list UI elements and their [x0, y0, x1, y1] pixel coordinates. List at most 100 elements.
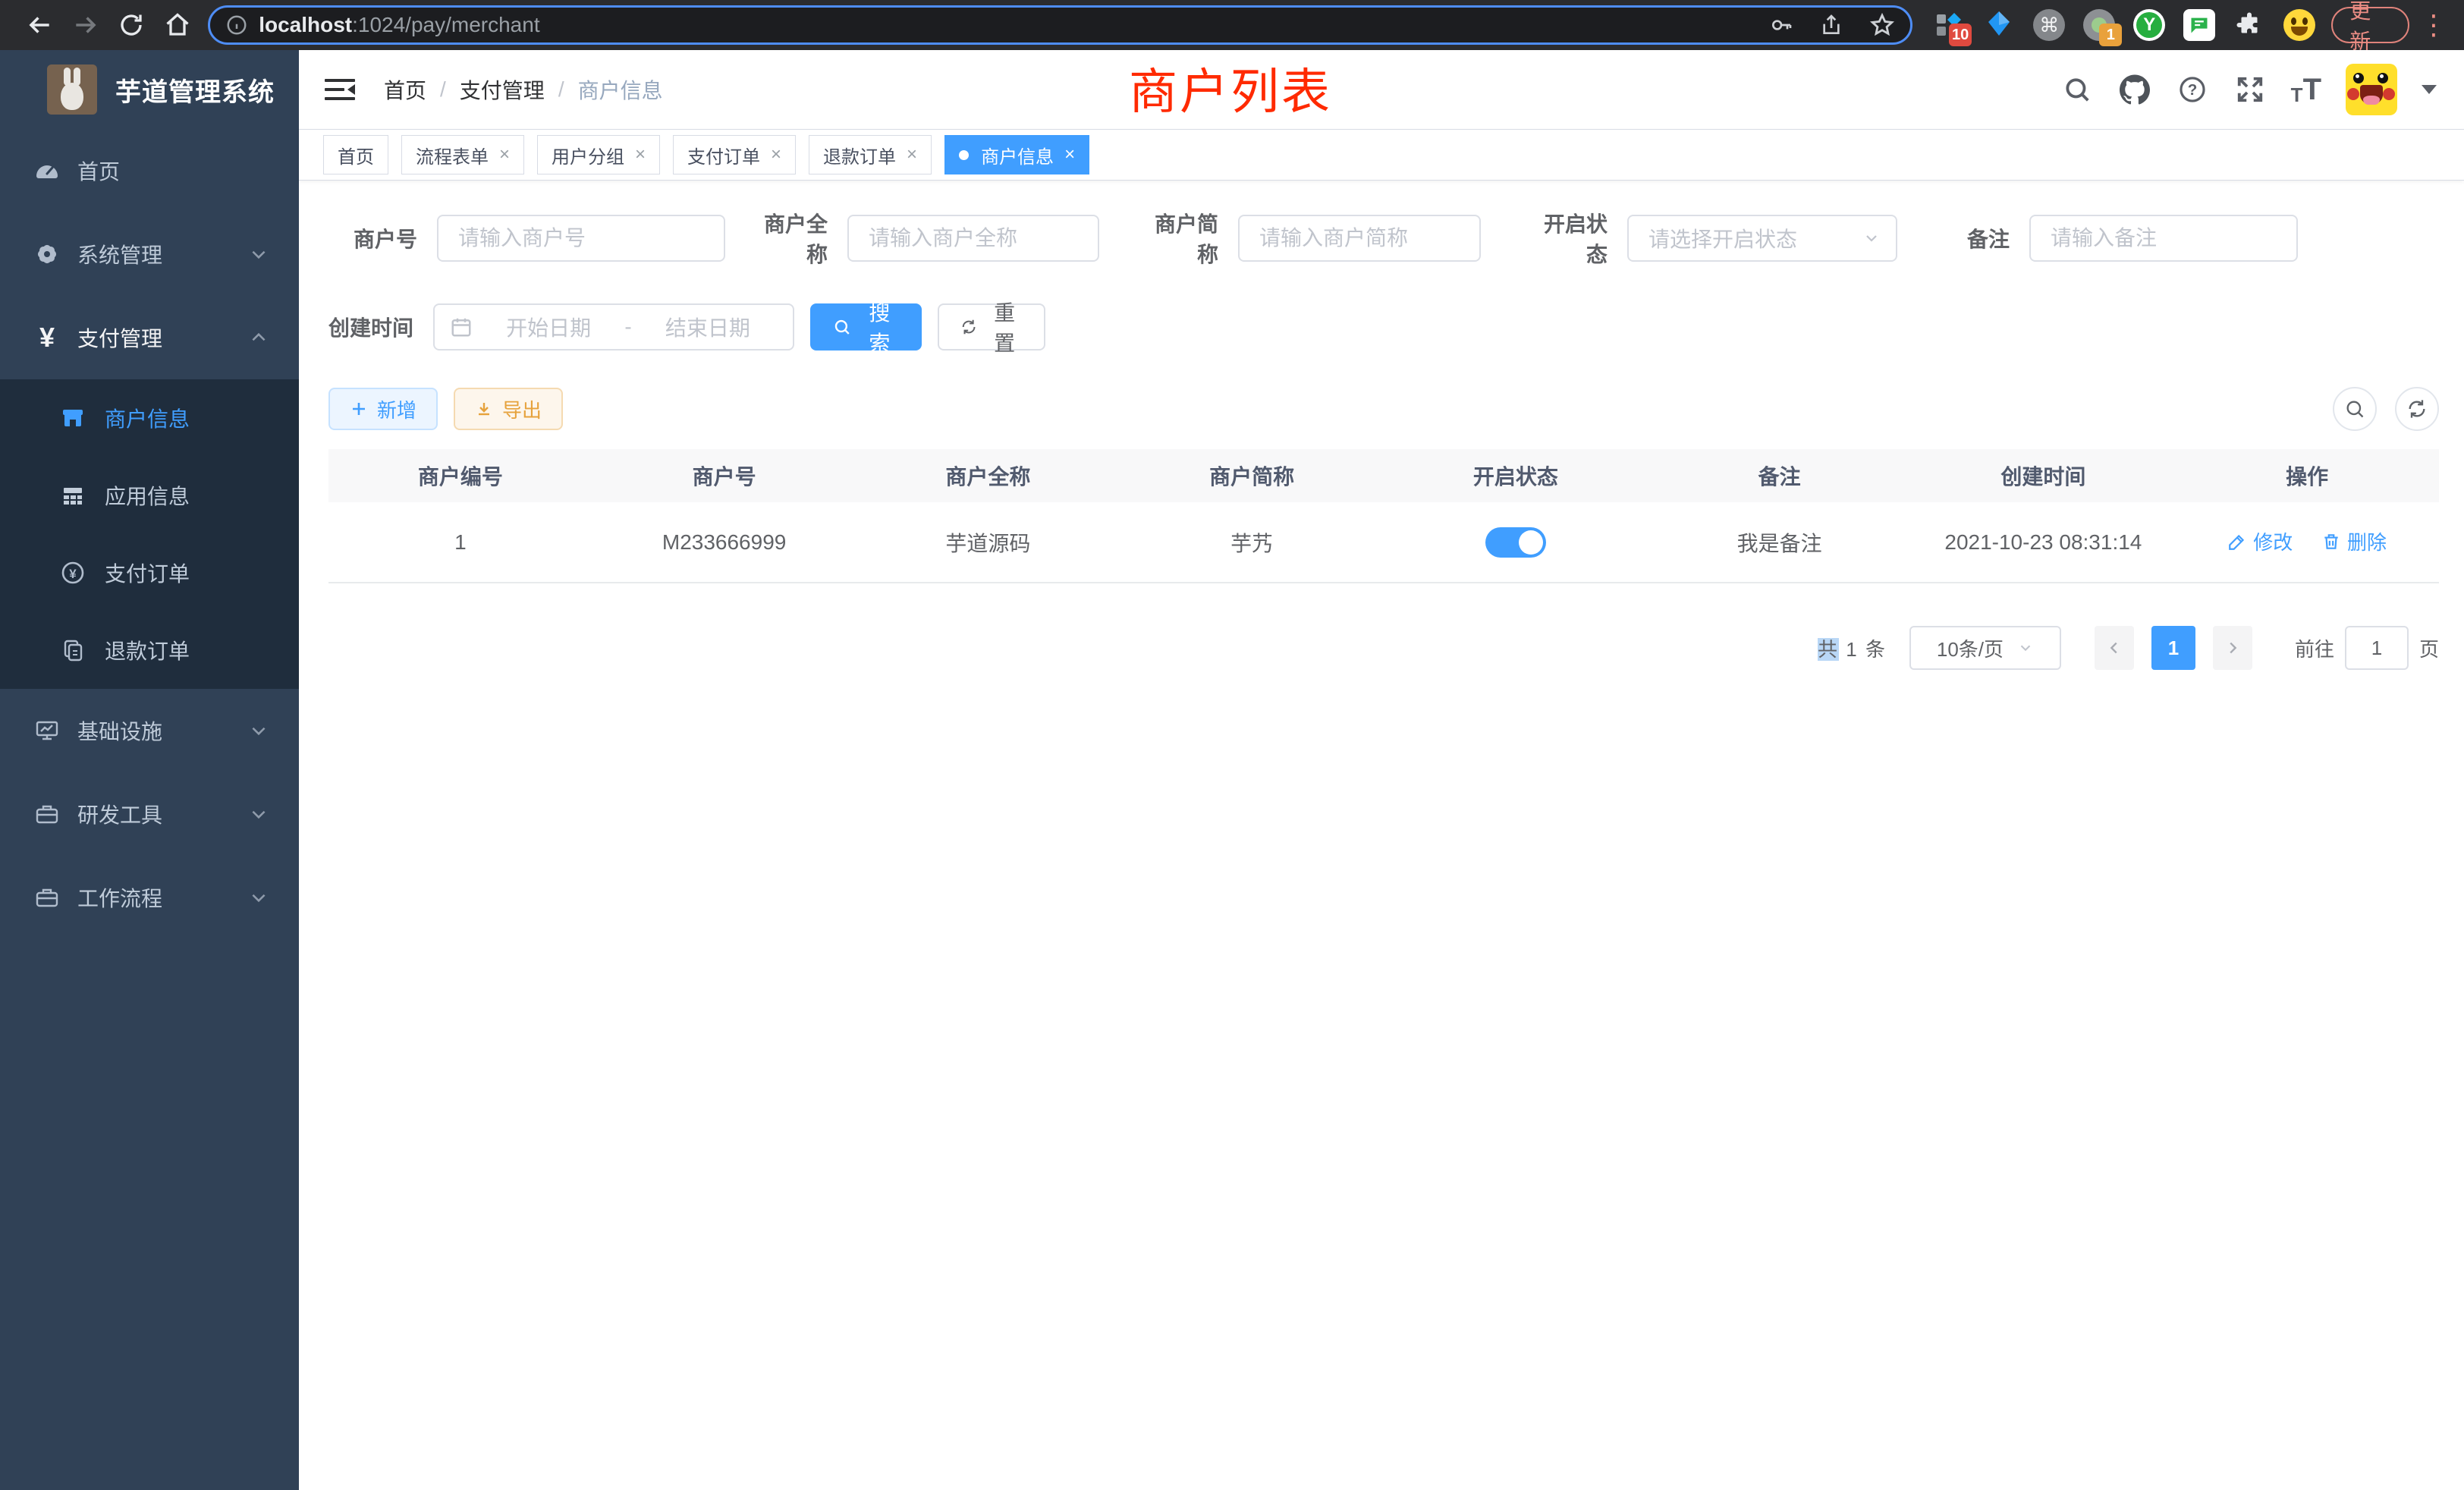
search-button[interactable]: 搜索	[810, 303, 922, 350]
app-logo[interactable]: 芋道管理系统	[0, 50, 299, 129]
sidebar-item-app-info[interactable]: 应用信息	[0, 457, 299, 534]
add-button[interactable]: 新增	[328, 388, 438, 430]
tag-refund-orders[interactable]: 退款订单×	[809, 135, 932, 174]
page-size-select[interactable]: 10条/页	[1909, 626, 2061, 670]
extensions-puzzle-icon[interactable]	[2233, 8, 2266, 42]
fullscreen-icon[interactable]	[2233, 73, 2267, 106]
browser-menu-button[interactable]: ⋮	[2420, 9, 2447, 41]
tag-merchant-info[interactable]: 商户信息×	[944, 135, 1089, 174]
refresh-table-button[interactable]	[2395, 387, 2439, 431]
next-page-button[interactable]	[2213, 626, 2252, 670]
top-navbar: 首页 / 支付管理 / 商户信息 ? T	[299, 50, 2464, 129]
goto-page-input[interactable]	[2345, 626, 2409, 670]
chevron-down-icon	[249, 244, 269, 264]
user-menu-caret-icon[interactable]	[2422, 85, 2437, 94]
grid-icon	[59, 482, 86, 509]
app-title: 芋道管理系统	[115, 71, 275, 108]
sidebar-item-label: 应用信息	[105, 480, 190, 511]
chevron-right-icon	[2224, 640, 2241, 656]
url-text: localhost:1024/pay/merchant	[259, 13, 1758, 37]
extension-recorder-icon[interactable]: 1	[2082, 8, 2116, 42]
merchant-no-label: 商户号	[328, 223, 417, 253]
sidebar-item-payment[interactable]: ¥ 支付管理	[0, 296, 299, 379]
browser-reload-button[interactable]	[108, 11, 155, 39]
tag-process-form[interactable]: 流程表单×	[401, 135, 524, 174]
col-actions: 操作	[2175, 449, 2439, 502]
sidebar-item-dev-tools[interactable]: 研发工具	[0, 772, 299, 856]
cell-short-name: 芋艿	[1120, 502, 1384, 583]
chevron-down-icon	[2017, 640, 2034, 656]
logo-rabbit-image	[47, 64, 97, 115]
close-icon[interactable]: ×	[907, 146, 917, 164]
date-range-picker[interactable]: 开始日期 - 结束日期	[433, 303, 794, 350]
sidebar-item-pay-orders[interactable]: ¥ 支付订单	[0, 534, 299, 611]
close-icon[interactable]: ×	[499, 146, 510, 164]
sidebar-item-system[interactable]: 系统管理	[0, 212, 299, 296]
close-icon[interactable]: ×	[771, 146, 781, 164]
github-icon[interactable]	[2118, 73, 2151, 106]
sidebar-item-infrastructure[interactable]: 基础设施	[0, 689, 299, 772]
prev-page-button[interactable]	[2095, 626, 2134, 670]
help-icon[interactable]: ?	[2176, 73, 2209, 106]
browser-update-button[interactable]: 更新	[2331, 7, 2409, 43]
address-bar[interactable]: localhost:1024/pay/merchant	[208, 5, 1912, 45]
emoji-face-icon	[2283, 9, 2315, 41]
tag-user-group[interactable]: 用户分组×	[537, 135, 660, 174]
delete-link[interactable]: 删除	[2321, 527, 2387, 555]
browser-forward-button[interactable]	[63, 11, 109, 39]
chevron-up-icon	[249, 328, 269, 347]
refresh-icon	[2406, 398, 2428, 420]
extension-y-icon[interactable]: Y	[2132, 8, 2166, 42]
extension-kite-icon[interactable]	[1982, 8, 2016, 42]
sidebar-item-label: 退款订单	[105, 635, 190, 665]
reset-button[interactable]: 重置	[938, 303, 1045, 350]
remark-label: 备注	[1967, 223, 2010, 253]
sidebar-item-home[interactable]: 首页	[0, 129, 299, 212]
edit-link[interactable]: 修改	[2227, 527, 2293, 555]
merchant-no-input[interactable]	[437, 215, 725, 262]
cell-full-name: 芋道源码	[856, 502, 1120, 583]
breadcrumb-payment[interactable]: 支付管理	[460, 74, 545, 105]
toolbox-icon	[33, 800, 61, 828]
start-date-placeholder[interactable]: 开始日期	[479, 312, 618, 342]
font-size-icon[interactable]: TT	[2291, 74, 2321, 105]
share-icon[interactable]	[1819, 13, 1843, 37]
page-1-button[interactable]: 1	[2151, 626, 2195, 670]
sidebar-toggle-button[interactable]	[323, 76, 357, 103]
total-count: 共 1 条	[1818, 634, 1887, 662]
page-content: 商户号 商户全称 商户简称 开启状态 请选择开启状态 备注 创建时间	[299, 181, 2464, 1490]
password-key-icon[interactable]	[1769, 13, 1793, 37]
export-button[interactable]: 导出	[454, 388, 563, 430]
close-icon[interactable]: ×	[1064, 146, 1075, 164]
bookmark-star-icon[interactable]	[1869, 12, 1895, 38]
browser-back-button[interactable]	[17, 11, 63, 39]
back-arrow-icon	[25, 11, 54, 39]
tag-home[interactable]: 首页	[323, 135, 388, 174]
breadcrumb-home[interactable]: 首页	[384, 74, 426, 105]
page-info-icon[interactable]	[225, 14, 248, 36]
close-icon[interactable]: ×	[635, 146, 646, 164]
short-name-input[interactable]	[1238, 215, 1481, 262]
status-label: 开启状态	[1523, 208, 1608, 269]
browser-home-button[interactable]	[155, 11, 201, 39]
sidebar-item-workflow[interactable]: 工作流程	[0, 856, 299, 939]
remark-input[interactable]	[2029, 215, 2298, 262]
show-search-button[interactable]	[2333, 387, 2377, 431]
tag-pay-orders[interactable]: 支付订单×	[673, 135, 796, 174]
sidebar-item-merchant-info[interactable]: 商户信息	[0, 379, 299, 457]
extension-tiles-icon[interactable]: 10	[1932, 8, 1966, 42]
status-select[interactable]: 请选择开启状态	[1627, 215, 1897, 262]
sidebar-item-refund-orders[interactable]: 退款订单	[0, 611, 299, 689]
full-name-input[interactable]	[847, 215, 1099, 262]
home-icon	[164, 11, 191, 39]
extension-command-icon[interactable]: ⌘	[2032, 8, 2066, 42]
extension-badge: 10	[1949, 24, 1972, 46]
avatar[interactable]	[2346, 64, 2397, 115]
chevron-down-icon	[249, 888, 269, 907]
extension-emoji-icon[interactable]	[2283, 8, 2316, 42]
extension-chat-icon[interactable]	[2183, 8, 2216, 42]
svg-text:¥: ¥	[69, 567, 77, 581]
search-icon[interactable]	[2060, 73, 2094, 106]
status-toggle[interactable]	[1485, 527, 1546, 558]
end-date-placeholder[interactable]: 结束日期	[638, 312, 778, 342]
